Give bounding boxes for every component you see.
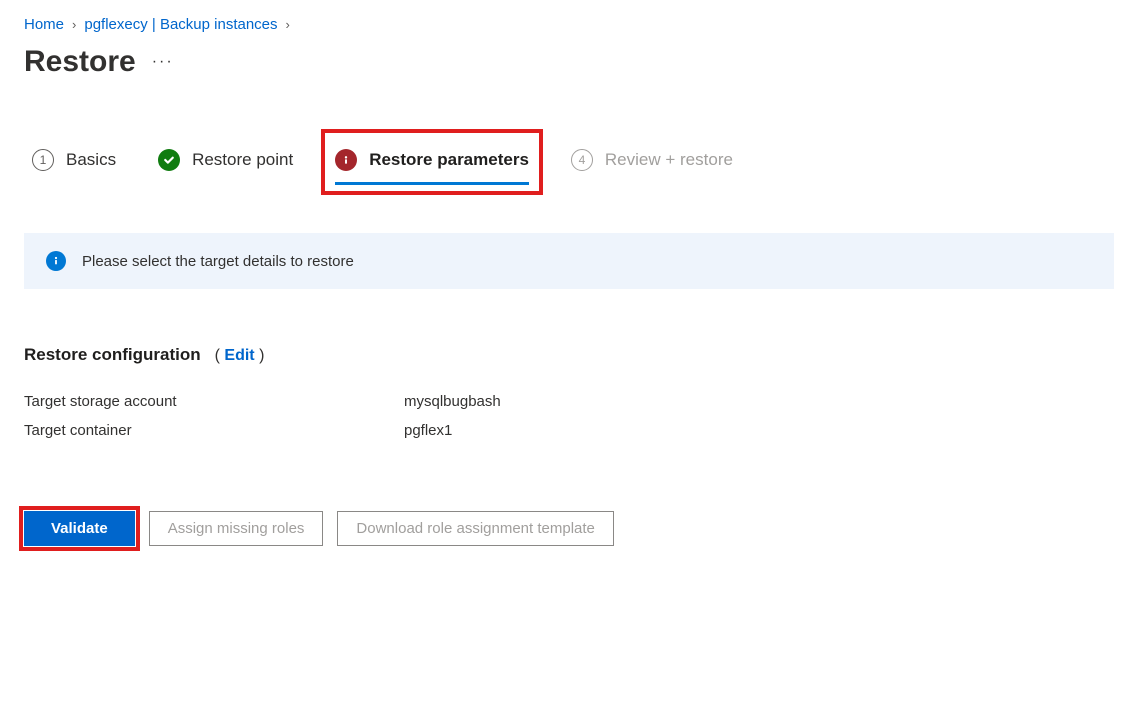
chevron-right-icon: › xyxy=(286,17,290,32)
error-icon xyxy=(335,149,357,171)
detail-value: mysqlbugbash xyxy=(404,393,1114,410)
download-role-template-button[interactable]: Download role assignment template xyxy=(337,511,613,546)
edit-link-wrap: ( Edit ) xyxy=(215,347,265,365)
detail-value: pgflex1 xyxy=(404,422,1114,439)
chevron-right-icon: › xyxy=(72,17,76,32)
tab-label: Review + restore xyxy=(605,150,733,170)
info-icon xyxy=(46,251,66,271)
breadcrumb-home[interactable]: Home xyxy=(24,16,64,33)
detail-label: Target storage account xyxy=(24,393,404,410)
page-title: Restore xyxy=(24,45,136,79)
tab-review[interactable]: 4 Review + restore xyxy=(571,143,733,177)
tab-restore-parameters[interactable]: Restore parameters xyxy=(335,143,529,177)
section-title: Restore configuration xyxy=(24,345,201,365)
tab-label: Basics xyxy=(66,150,116,170)
assign-missing-roles-button[interactable]: Assign missing roles xyxy=(149,511,324,546)
breadcrumb: Home › pgflexecy | Backup instances › xyxy=(24,16,1114,33)
edit-link[interactable]: Edit xyxy=(224,347,254,364)
step-number-icon: 1 xyxy=(32,149,54,171)
step-number-icon: 4 xyxy=(571,149,593,171)
page-title-row: Restore ··· xyxy=(24,45,1114,79)
actions-bar: Validate Assign missing roles Download r… xyxy=(24,511,1114,546)
tab-restore-point[interactable]: Restore point xyxy=(158,143,293,177)
tab-label: Restore parameters xyxy=(369,150,529,170)
detail-row-container: Target container pgflex1 xyxy=(24,422,1114,439)
breadcrumb-instances[interactable]: pgflexecy | Backup instances xyxy=(84,16,277,33)
wizard-tabs: 1 Basics Restore point Restore parameter… xyxy=(24,143,1114,177)
tab-basics[interactable]: 1 Basics xyxy=(32,143,116,177)
section-header: Restore configuration ( Edit ) xyxy=(24,345,1114,365)
info-banner-text: Please select the target details to rest… xyxy=(82,253,354,270)
tab-label: Restore point xyxy=(192,150,293,170)
more-icon[interactable]: ··· xyxy=(152,53,174,71)
detail-row-storage: Target storage account mysqlbugbash xyxy=(24,393,1114,410)
checkmark-icon xyxy=(158,149,180,171)
detail-label: Target container xyxy=(24,422,404,439)
validate-button[interactable]: Validate xyxy=(24,511,135,546)
info-banner: Please select the target details to rest… xyxy=(24,233,1114,289)
